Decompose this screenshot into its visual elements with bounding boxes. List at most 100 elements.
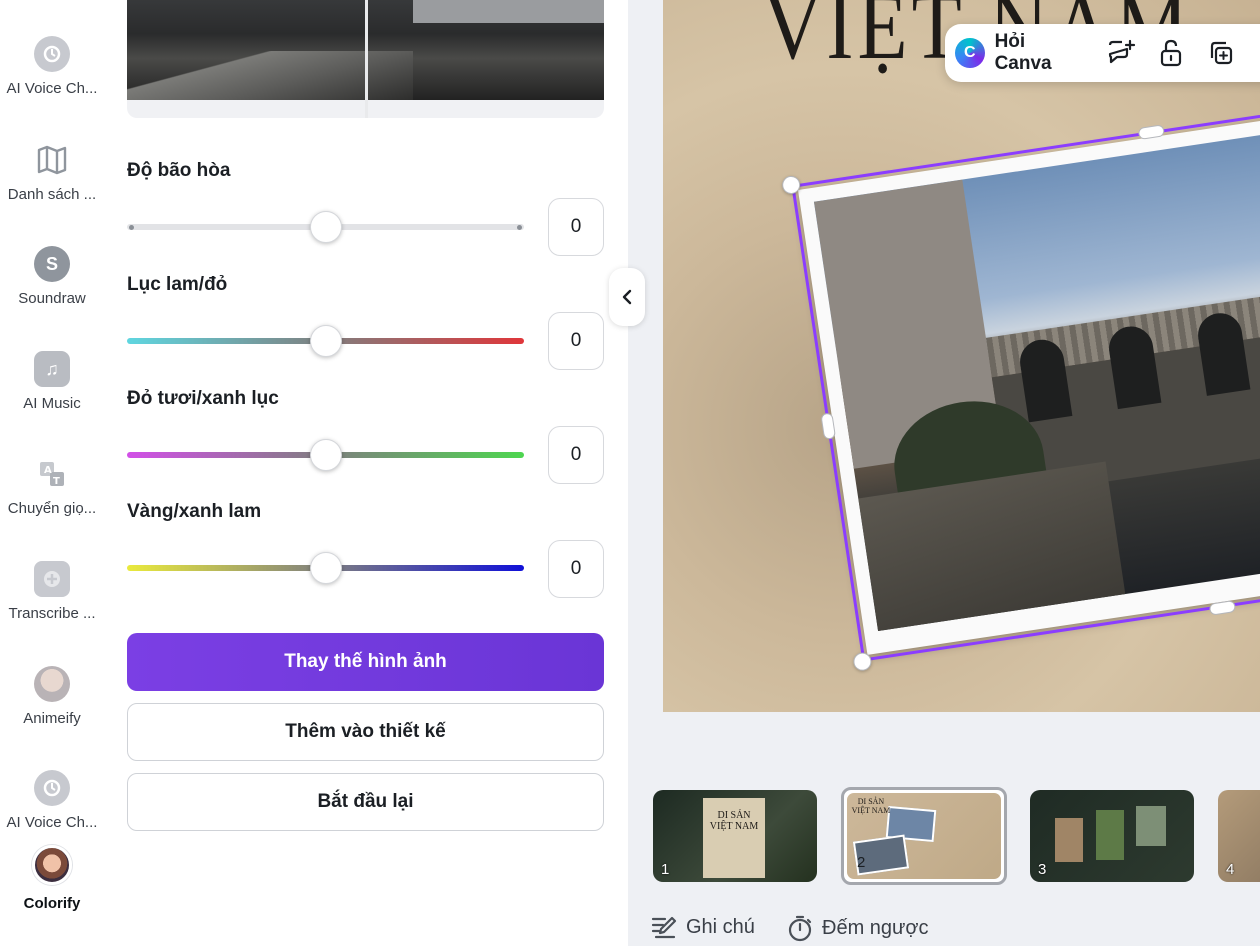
start-over-button[interactable]: Bắt đầu lại <box>127 773 604 831</box>
app-label: AI Music <box>23 395 81 412</box>
resize-handle-bottom-left[interactable] <box>852 651 873 672</box>
bridge-photo <box>813 129 1260 632</box>
app-label: Animeify <box>23 710 81 727</box>
page-thumbnail-1[interactable]: DI SẢN VIỆT NAM 1 <box>653 790 817 882</box>
app-label: Soundraw <box>18 290 86 307</box>
magenta-green-label: Đỏ tươi/xanh lục <box>127 388 279 409</box>
thumbnail-photo <box>1136 806 1166 846</box>
design-page[interactable]: VIỆT NAM <box>663 0 1260 712</box>
cyan-red-slider[interactable] <box>127 325 524 357</box>
ask-canva-label: Hỏi Canva <box>994 31 1052 74</box>
saturation-label: Độ bão hòa <box>127 160 231 181</box>
photo-frame-selected[interactable] <box>780 106 1260 672</box>
app-label: Colorify <box>23 895 81 912</box>
app-chuyen-giong[interactable]: AT Chuyển giọ... <box>0 456 104 517</box>
notes-button[interactable]: Ghi chú <box>650 914 755 940</box>
notes-icon <box>651 916 677 939</box>
page-thumbnail-2[interactable]: DI SẢN VIỆT NAM 2 <box>841 787 1007 885</box>
resize-handle-bottom[interactable] <box>1208 600 1237 616</box>
chevron-left-icon <box>622 289 632 305</box>
timer-button[interactable]: Đếm ngược <box>786 914 929 942</box>
cyan-red-value[interactable]: 0 <box>548 312 604 370</box>
app-ai-music[interactable]: ♫ AI Music <box>0 351 104 412</box>
yellow-blue-label: Vàng/xanh lam <box>127 501 262 522</box>
compare-divider[interactable] <box>365 0 368 118</box>
svg-text:A: A <box>44 465 52 476</box>
cyan-red-label: Lục lam/đỏ <box>127 274 228 295</box>
saturation-value[interactable]: 0 <box>548 198 604 256</box>
duplicate-button[interactable] <box>1206 38 1236 68</box>
app-label: AI Voice Ch... <box>6 814 98 831</box>
magenta-green-value[interactable]: 0 <box>548 426 604 484</box>
canva-editor: AI Voice Ch... Danh sách ... S Soundraw … <box>0 0 1260 946</box>
canvas-workspace: VIỆT NAM <box>628 0 1260 946</box>
thumbnail-bg: DI SẢN VIỆT NAM 1 <box>653 790 817 882</box>
collapse-panel-button[interactable] <box>609 268 645 326</box>
saturation-slider[interactable] <box>127 211 524 243</box>
page-thumbnail-3[interactable]: 3 <box>1030 790 1194 882</box>
thumbnail-number: 1 <box>661 861 670 878</box>
replace-image-button[interactable]: Thay thế hình ảnh <box>127 633 604 691</box>
animeify-icon <box>34 666 70 702</box>
thumbnail-number: 2 <box>857 854 866 871</box>
app-label: Chuyển giọ... <box>7 500 97 517</box>
comment-button[interactable] <box>1106 38 1136 68</box>
soundraw-icon: S <box>34 246 70 282</box>
slider-thumb[interactable] <box>309 211 342 243</box>
transcribe-icon <box>34 561 70 597</box>
slider-thumb[interactable] <box>309 325 342 357</box>
thumbnail-title: DI SẢN VIỆT NAM <box>709 810 759 832</box>
timer-label: Đếm ngược <box>822 916 929 939</box>
app-label: Transcribe ... <box>8 605 96 622</box>
app-ai-voice-changer-2[interactable]: AI Voice Ch... <box>0 770 104 831</box>
thumbnail-bg: DI SẢN VIỆT NAM 2 <box>847 793 1001 879</box>
canva-logo-icon: C <box>955 38 985 68</box>
svg-text:T: T <box>53 476 60 487</box>
app-soundraw[interactable]: S Soundraw <box>0 246 104 307</box>
colorify-icon <box>32 845 72 885</box>
thumbnail-number: 3 <box>1038 861 1047 878</box>
lock-open-icon <box>1160 39 1182 67</box>
app-animeify[interactable]: Animeify <box>0 666 104 727</box>
map-icon <box>34 142 70 178</box>
slider-max-dot <box>517 224 522 230</box>
resize-handle-top-left[interactable] <box>780 174 802 196</box>
app-label: AI Voice Ch... <box>6 80 98 97</box>
element-toolbar: C Hỏi Canva <box>945 24 1260 82</box>
page-thumbnail-4[interactable]: 4 <box>1218 790 1260 882</box>
slider-min-dot <box>129 224 134 230</box>
resize-handle-top[interactable] <box>1137 124 1166 140</box>
thumbnail-bg: 3 <box>1030 790 1194 882</box>
apps-rail: AI Voice Ch... Danh sách ... S Soundraw … <box>0 0 104 946</box>
slider-thumb[interactable] <box>309 439 342 471</box>
image-preview <box>127 0 604 118</box>
app-ai-voice-changer[interactable]: AI Voice Ch... <box>0 36 104 97</box>
resize-handle-left[interactable] <box>820 412 837 440</box>
thumbnail-photo <box>1096 810 1124 860</box>
ai-voice-icon <box>34 770 70 806</box>
voice-convert-icon: AT <box>34 456 70 492</box>
app-transcribe[interactable]: Transcribe ... <box>0 561 104 622</box>
delete-button[interactable] <box>1255 38 1260 68</box>
app-label: Danh sách ... <box>7 186 97 203</box>
lock-button[interactable] <box>1156 38 1186 68</box>
thumbnail-bg: 4 <box>1218 790 1260 882</box>
duplicate-icon <box>1210 41 1232 65</box>
thumbnail-number: 4 <box>1226 861 1235 878</box>
stopwatch-icon <box>788 915 812 942</box>
magenta-green-slider[interactable] <box>127 439 524 471</box>
yellow-blue-slider[interactable] <box>127 552 524 584</box>
notes-label: Ghi chú <box>686 915 755 938</box>
thumbnail-title: DI SẢN VIỆT NAM <box>851 797 891 815</box>
ai-voice-icon <box>34 36 70 72</box>
app-colorify[interactable]: Colorify <box>0 845 104 912</box>
yellow-blue-value[interactable]: 0 <box>548 540 604 598</box>
slider-thumb[interactable] <box>309 552 342 584</box>
thumbnail-photo <box>1055 818 1083 862</box>
music-note-icon: ♫ <box>34 351 70 387</box>
add-comment-icon <box>1109 39 1136 64</box>
ask-canva-button[interactable]: C Hỏi Canva <box>945 24 1086 82</box>
colorify-panel: Độ bão hòa 0 Lục lam/đỏ 0 Đỏ tươi/xanh l… <box>104 0 628 946</box>
app-danh-sach[interactable]: Danh sách ... <box>0 142 104 203</box>
add-to-design-button[interactable]: Thêm vào thiết kế <box>127 703 604 761</box>
